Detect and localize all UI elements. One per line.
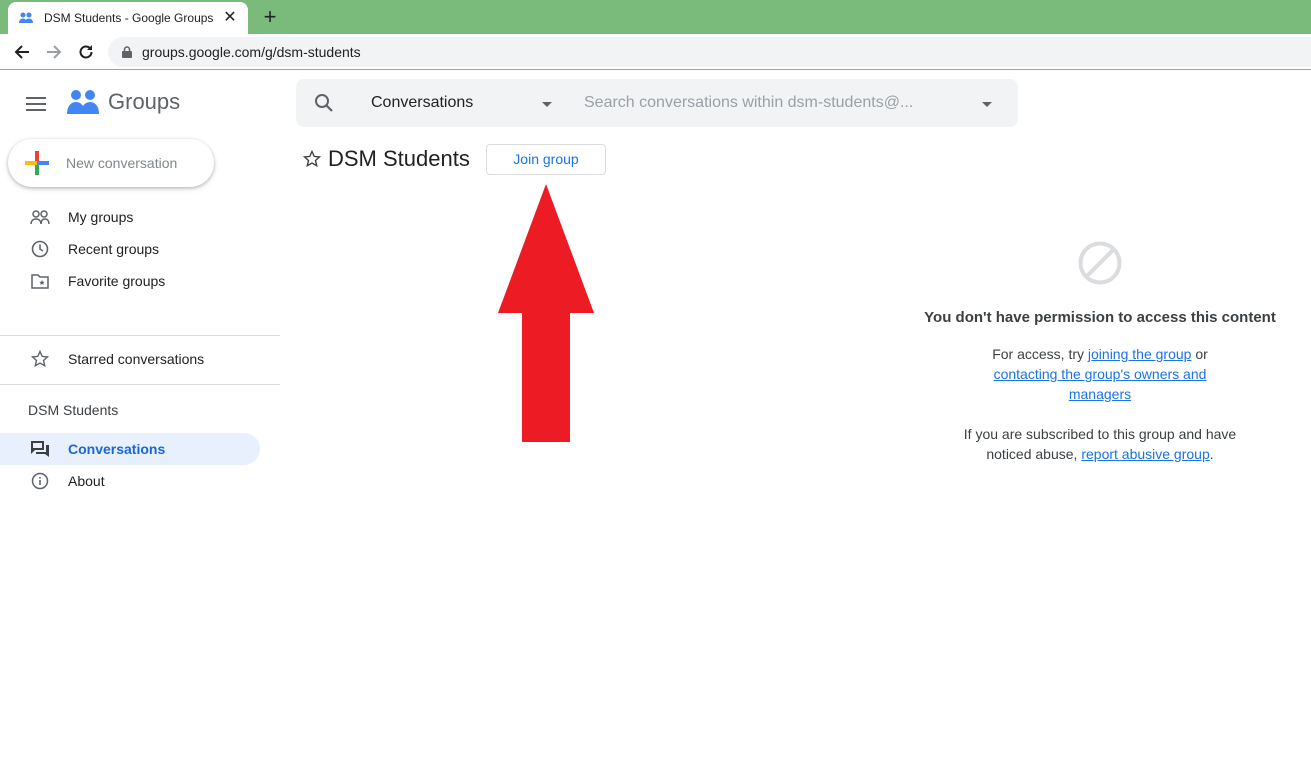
report-abusive-group-link[interactable]: report abusive group: [1081, 446, 1209, 462]
reload-icon: [79, 45, 93, 59]
abuse-suffix: .: [1209, 446, 1214, 462]
logo-text: Groups: [108, 89, 181, 114]
close-tab-icon[interactable]: ✕: [222, 10, 238, 26]
new-conversation-button[interactable]: New conversation: [8, 139, 214, 187]
folder-star-icon: [28, 269, 52, 293]
groups-favicon-icon: [18, 10, 34, 26]
info-icon: [28, 469, 52, 493]
tab-title: DSM Students - Google Groups: [44, 11, 214, 25]
annotation-arrow-icon: [498, 184, 594, 442]
join-group-button[interactable]: Join group: [486, 144, 606, 175]
forum-icon: [28, 437, 52, 461]
contact-owners-link[interactable]: contacting the group's owners and manage…: [985, 364, 1215, 404]
sidebar-item-label: About: [68, 473, 105, 489]
new-tab-button[interactable]: +: [258, 6, 282, 30]
browser-toolbar: groups.google.com/g/dsm-students: [0, 34, 1311, 70]
joining-the-group-link[interactable]: joining the group: [1088, 346, 1192, 362]
browser-tab[interactable]: DSM Students - Google Groups ✕: [8, 2, 248, 34]
sidebar-item-label: My groups: [68, 209, 134, 225]
sidebar-item-starred-conversations[interactable]: Starred conversations: [0, 343, 260, 375]
lock-icon: [122, 46, 132, 58]
access-prefix: For access, try: [992, 346, 1088, 362]
groups-logo[interactable]: Groups: [66, 86, 180, 118]
permission-message: You don't have permission to access this…: [900, 240, 1300, 464]
clock-icon: [28, 237, 52, 261]
main-menu-button[interactable]: [24, 92, 48, 116]
sidebar-divider: [0, 384, 280, 385]
group-section-label: DSM Students: [28, 402, 119, 418]
people-icon: [28, 205, 52, 229]
block-icon: [1078, 241, 1122, 285]
sidebar-item-conversations[interactable]: Conversations: [0, 433, 260, 465]
search-input[interactable]: Search conversations within dsm-students…: [584, 94, 913, 112]
group-header: DSM Students: [302, 146, 470, 172]
sidebar-item-label: Conversations: [68, 441, 166, 457]
sidebar-item-label: Recent groups: [68, 241, 160, 257]
search-scope-select[interactable]: Conversations: [371, 94, 473, 112]
back-button[interactable]: [10, 40, 34, 64]
sidebar-item-recent-groups[interactable]: Recent groups: [0, 233, 260, 265]
browser-tab-bar: DSM Students - Google Groups ✕ +: [0, 0, 1311, 34]
address-bar[interactable]: groups.google.com/g/dsm-students: [108, 37, 1311, 67]
sidebar-item-my-groups[interactable]: My groups: [0, 201, 260, 233]
permission-abuse-text: If you are subscribed to this group and …: [960, 424, 1240, 464]
forward-button[interactable]: [42, 40, 66, 64]
permission-title: You don't have permission to access this…: [924, 309, 1276, 326]
plus-icon: [25, 151, 49, 175]
sidebar-item-favorite-groups[interactable]: Favorite groups: [0, 265, 260, 297]
permission-access-text: For access, try joining the group or con…: [900, 344, 1300, 404]
reload-button[interactable]: [74, 40, 98, 64]
hamburger-icon: [26, 97, 46, 111]
search-options-icon[interactable]: [980, 97, 994, 111]
search-icon[interactable]: [312, 91, 336, 115]
access-mid: or: [1191, 346, 1208, 362]
favorite-star-icon[interactable]: [302, 149, 322, 169]
group-title: DSM Students: [328, 146, 470, 171]
sidebar-item-about[interactable]: About: [0, 465, 260, 497]
sidebar-item-label: Starred conversations: [68, 351, 205, 367]
new-conversation-label: New conversation: [66, 155, 178, 171]
sidebar-item-label: Favorite groups: [68, 273, 166, 289]
search-bar[interactable]: Conversations Search conversations withi…: [296, 79, 1018, 127]
sidebar-divider: [0, 335, 280, 336]
chevron-down-icon[interactable]: [540, 97, 554, 111]
forward-arrow-icon: [47, 45, 62, 59]
back-arrow-icon: [14, 45, 29, 59]
star-icon: [28, 347, 52, 371]
groups-logo-icon: [67, 90, 99, 114]
url-text: groups.google.com/g/dsm-students: [142, 44, 361, 60]
